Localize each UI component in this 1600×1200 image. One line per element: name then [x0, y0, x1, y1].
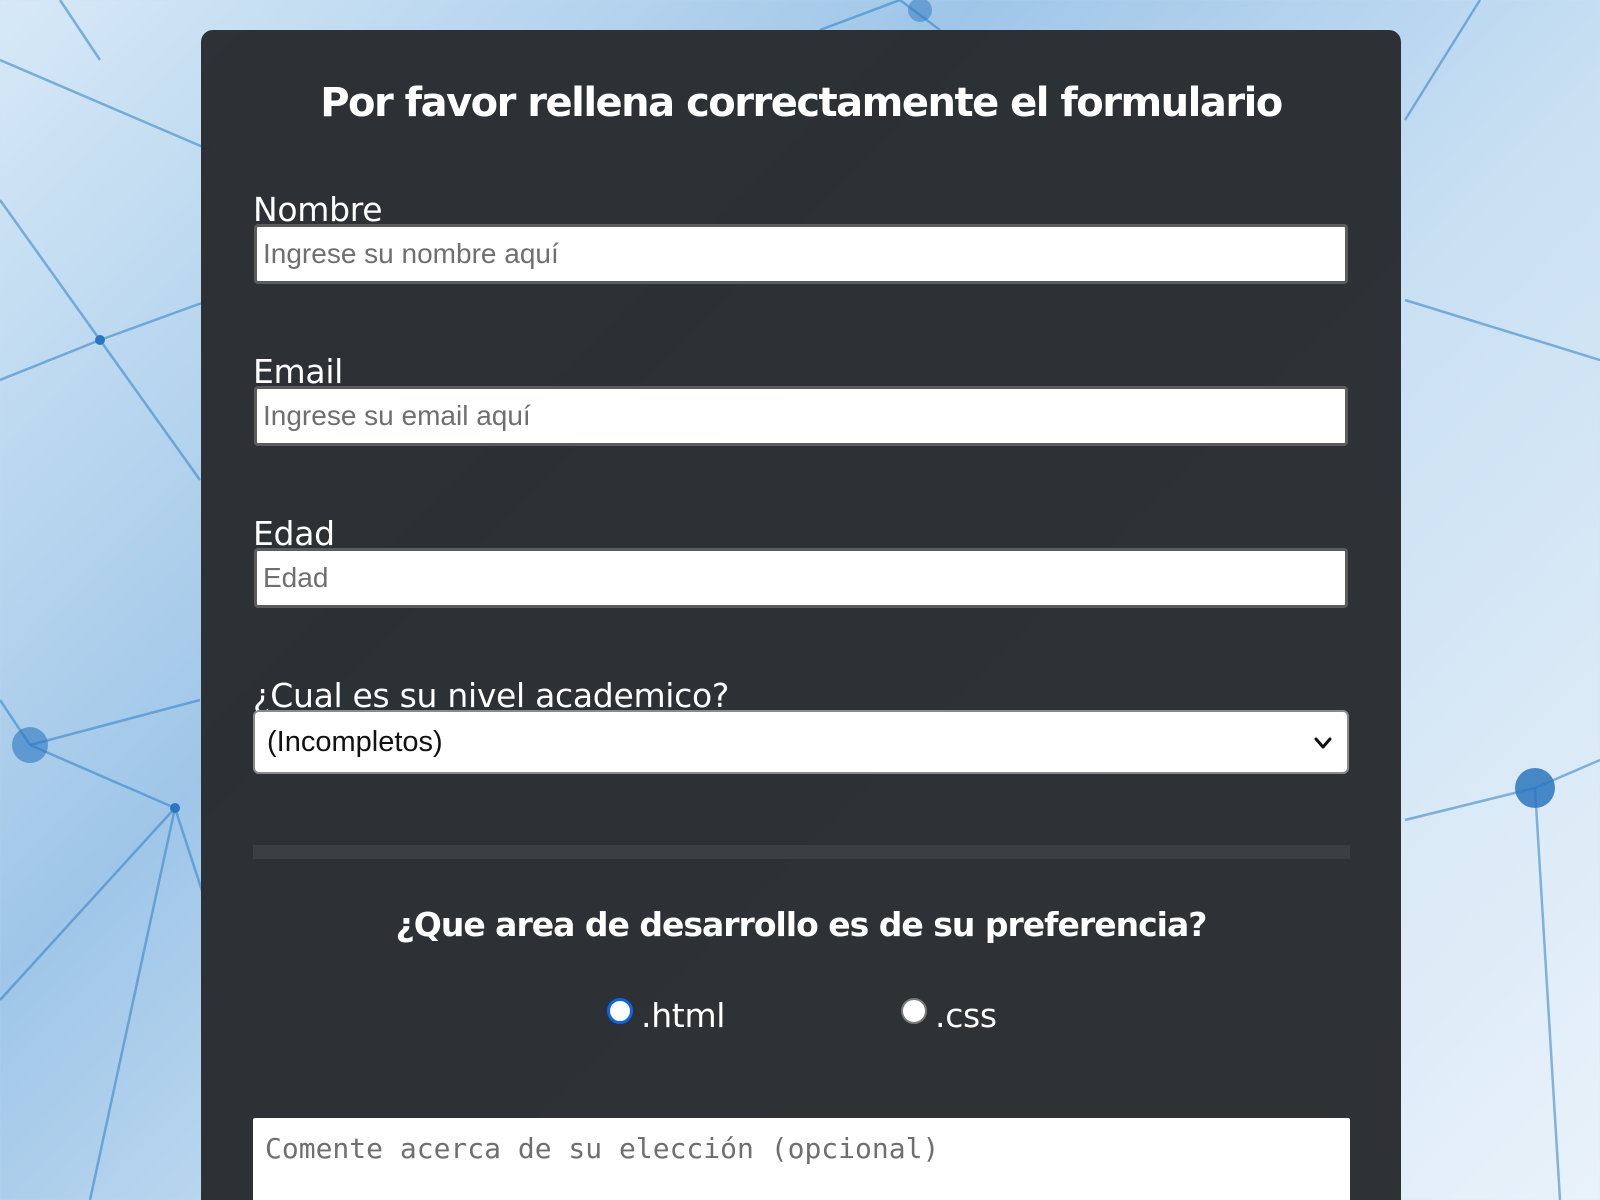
email-input[interactable] [254, 386, 1348, 446]
comment-textarea[interactable] [253, 1118, 1350, 1200]
section-divider [253, 845, 1350, 859]
form-card: Por favor rellena correctamente el formu… [201, 30, 1401, 1200]
radio-css-button[interactable] [901, 998, 927, 1024]
name-input[interactable] [254, 224, 1348, 284]
education-select-value: (Incompletos) [267, 726, 443, 758]
radio-html-button[interactable] [607, 998, 633, 1024]
preference-question: ¿Que area de desarrollo es de su prefere… [395, 905, 1208, 944]
radio-html-label: .html [641, 996, 726, 1035]
radio-css-label: .css [935, 996, 997, 1035]
age-input[interactable] [254, 548, 1348, 608]
form-title: Por favor rellena correctamente el formu… [320, 80, 1283, 126]
chevron-down-icon [1314, 737, 1332, 749]
education-select[interactable]: (Incompletos) [253, 710, 1349, 774]
